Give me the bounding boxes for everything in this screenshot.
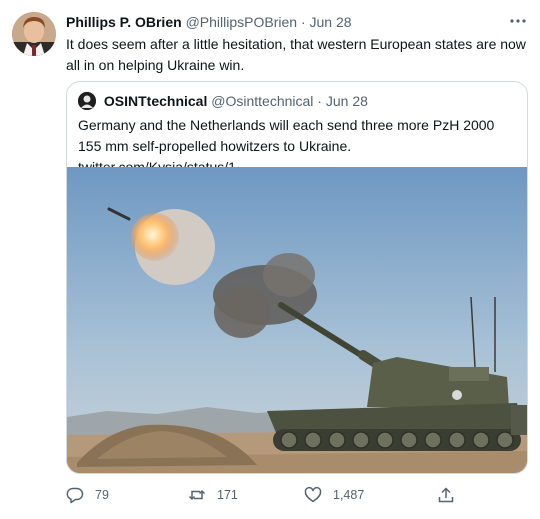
author-handle[interactable]: @PhillipsPOBrien [186,14,297,30]
tweet-actions: 79 171 1,487 [66,484,528,506]
reply-count: 79 [95,488,109,502]
author-avatar[interactable] [12,12,56,56]
reply-icon [66,486,84,504]
quoted-tweet-header: OSINTtechnical @Osinttechnical · Jun 28 [78,92,368,110]
tweet-header: Phillips P. OBrien @PhillipsPOBrien · Ju… [66,13,352,31]
retweet-button[interactable]: 171 [188,484,238,506]
retweet-icon [188,486,206,504]
quoted-tweet[interactable]: OSINTtechnical @Osinttechnical · Jun 28 … [66,81,528,474]
more-horizontal-icon[interactable] [508,12,528,30]
share-icon [437,486,455,504]
author-name[interactable]: Phillips P. OBrien [66,14,182,30]
howitzer-photo[interactable] [67,167,527,473]
quoted-tweet-date: Jun 28 [325,93,368,109]
separator-dot: · [300,14,306,30]
quoted-author-avatar [78,92,96,110]
retweet-count: 171 [217,488,238,502]
quoted-author-name: OSINTtechnical [103,93,208,109]
tweet-date[interactable]: Jun 28 [310,14,352,30]
quoted-author-handle: @Osinttechnical [211,93,314,109]
share-button[interactable] [437,484,466,506]
tweet-text: It does seem after a little hesitation, … [66,36,526,73]
heart-icon [304,486,322,504]
tweet[interactable]: Phillips P. OBrien @PhillipsPOBrien · Ju… [0,0,540,519]
like-button[interactable]: 1,487 [304,484,364,506]
separator-dot: · [317,93,322,109]
like-count: 1,487 [333,488,365,502]
reply-button[interactable]: 79 [66,484,109,506]
